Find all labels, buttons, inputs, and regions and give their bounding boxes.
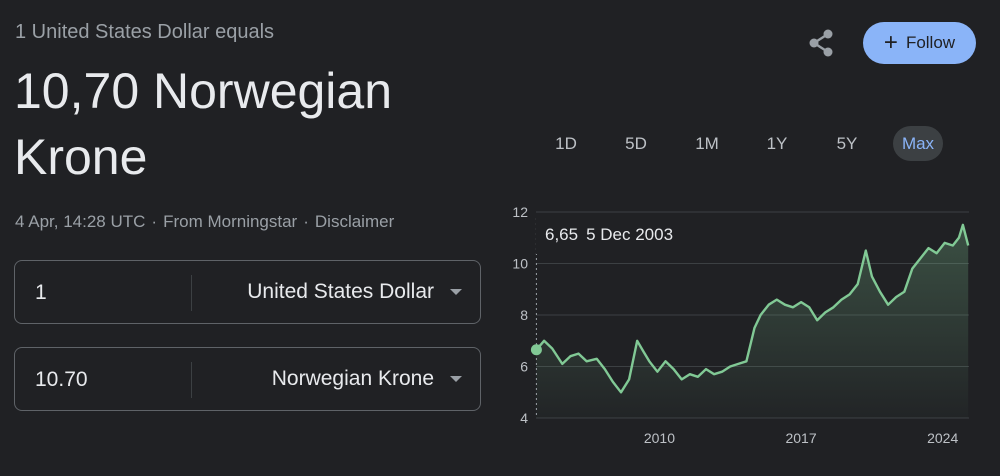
x-tick-label: 2010	[644, 430, 675, 446]
range-tab-5d[interactable]: 5D	[610, 126, 662, 161]
currency-subtitle: 1 United States Dollar equals	[15, 21, 275, 43]
tooltip-date: 5 Dec 2003	[586, 225, 674, 244]
y-tick-label: 12	[512, 204, 528, 220]
share-icon[interactable]	[806, 28, 836, 58]
from-amount-input[interactable]: 1	[35, 281, 47, 305]
field-divider	[191, 275, 192, 311]
x-tick-label: 2024	[927, 430, 958, 446]
y-tick-label: 6	[520, 359, 528, 375]
hover-point	[530, 344, 542, 356]
follow-button[interactable]: + Follow	[863, 22, 976, 64]
from-currency-select[interactable]: United States Dollar	[247, 280, 434, 304]
x-tick-label: 2017	[785, 430, 816, 446]
source-label: From Morningstar	[163, 212, 298, 231]
rate-timestamp: 4 Apr, 14:28 UTC	[15, 212, 146, 231]
to-currency-select[interactable]: Norwegian Krone	[272, 367, 434, 391]
y-tick-label: 4	[520, 410, 528, 426]
to-amount-input[interactable]: 10.70	[35, 368, 88, 392]
tooltip-value: 6,65	[545, 225, 579, 244]
exchange-rate-heading: 10,70 Norwegian Krone	[14, 63, 393, 185]
follow-label: Follow	[905, 33, 956, 52]
meta-separator: ·	[151, 212, 158, 231]
range-tab-1y[interactable]: 1Y	[751, 126, 803, 161]
to-currency-row: 10.70 Norwegian Krone	[14, 347, 481, 411]
meta-separator: ·	[303, 212, 309, 231]
chevron-down-icon[interactable]	[450, 289, 462, 295]
field-divider	[191, 362, 192, 398]
rate-meta: 4 Apr, 14:28 UTC · From Morningstar · Discla…	[15, 212, 394, 232]
chart-tooltip: 6,65 5 Dec 2003	[536, 216, 705, 254]
disclaimer-link[interactable]: Disclaimer	[315, 212, 394, 231]
range-tab-1m[interactable]: 1M	[681, 126, 733, 161]
plus-icon: +	[883, 29, 898, 56]
chevron-down-icon[interactable]	[450, 376, 462, 382]
range-tab-1d[interactable]: 1D	[540, 126, 592, 161]
range-tab-max[interactable]: Max	[893, 126, 943, 161]
range-tab-5y[interactable]: 5Y	[821, 126, 873, 161]
y-tick-label: 8	[520, 307, 528, 323]
from-currency-row: 1 United States Dollar	[14, 260, 481, 324]
y-tick-label: 10	[512, 256, 528, 272]
